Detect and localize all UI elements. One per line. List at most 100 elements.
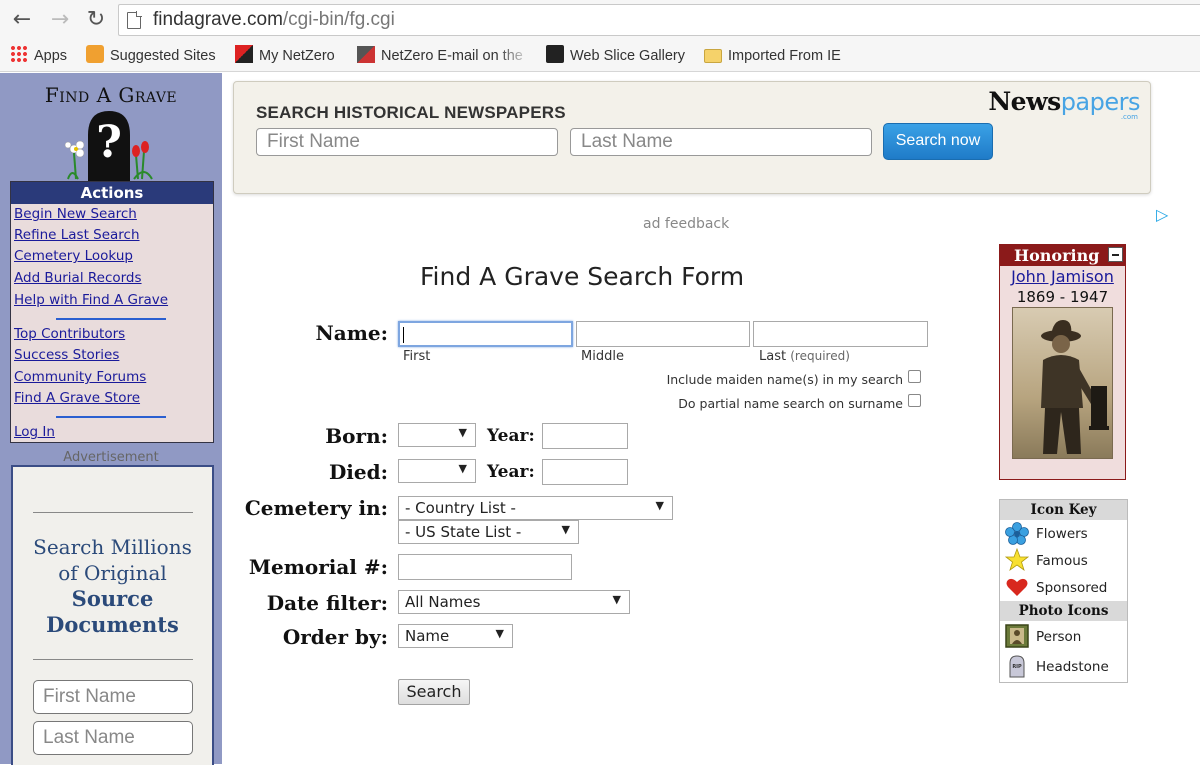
browser-toolbar: ← → ↻ findagrave.com/cgi-bin/fg.cgi	[0, 0, 1200, 40]
died-year-input[interactable]	[542, 459, 628, 485]
dropdown-arrow-icon: ▼	[612, 593, 621, 606]
bookmark-netzero-email[interactable]: NetZero E-mail on the	[357, 46, 532, 66]
dropdown-arrow-icon: ▼	[561, 523, 570, 536]
url-text: findagrave.com/cgi-bin/fg.cgi	[153, 9, 395, 30]
find-a-grave-logo-icon[interactable]: ?	[64, 109, 154, 181]
advertisement-label: Advertisement	[63, 450, 159, 465]
flower-icon	[1005, 522, 1029, 545]
icon-key-flowers-label: Flowers	[1036, 526, 1088, 542]
log-in-link[interactable]: Log In	[14, 424, 55, 440]
success-stories-link[interactable]: Success Stories	[14, 347, 119, 363]
photo-icons-heading: Photo Icons	[1000, 601, 1127, 621]
name-label: Name:	[315, 321, 388, 345]
reload-icon[interactable]: ↻	[82, 6, 110, 34]
us-state-select[interactable]: - US State List - ▼	[398, 520, 579, 544]
maiden-name-option-label: Include maiden name(s) in my search	[666, 372, 903, 387]
dropdown-arrow-icon: ▼	[495, 627, 504, 640]
sidebar-advertisement[interactable]: Search Millions of Original Source Docum…	[11, 465, 214, 765]
order-by-label: Order by:	[282, 625, 388, 649]
icon-key-panel: Icon Key Flowers Famous Sponsored Photo …	[999, 499, 1128, 683]
born-label: Born:	[325, 424, 388, 448]
back-arrow-icon[interactable]: ←	[8, 6, 36, 34]
honored-person-link[interactable]: John Jamison	[1000, 267, 1125, 286]
died-month-select[interactable]: ▼	[398, 459, 476, 483]
ad-divider	[33, 659, 193, 660]
first-sublabel: First	[403, 349, 431, 364]
text-caret	[403, 327, 404, 343]
divider	[56, 318, 166, 320]
middle-sublabel: Middle	[581, 349, 624, 364]
begin-new-search-link[interactable]: Begin New Search	[14, 206, 137, 222]
country-select[interactable]: - Country List - ▼	[398, 496, 673, 520]
netzero-icon	[235, 45, 253, 64]
born-year-input[interactable]	[542, 423, 628, 449]
svg-text:?: ?	[96, 117, 122, 168]
order-by-select[interactable]: Name ▼	[398, 624, 513, 648]
bookmark-imported-from-ie[interactable]: Imported From IE	[704, 46, 841, 66]
bookmark-web-slice-gallery[interactable]: Web Slice Gallery	[546, 45, 685, 66]
ad-first-name-input[interactable]: First Name	[33, 680, 193, 714]
died-year-label: Year:	[487, 462, 535, 482]
newspapers-logo[interactable]: Newspapers	[988, 87, 1140, 116]
address-bar[interactable]: findagrave.com/cgi-bin/fg.cgi	[118, 4, 1200, 36]
top-contributors-link[interactable]: Top Contributors	[14, 326, 125, 342]
bookmark-suggested-sites[interactable]: Suggested Sites	[86, 45, 216, 66]
add-burial-records-link[interactable]: Add Burial Records	[14, 270, 142, 286]
ad-last-name-input[interactable]: Last Name	[33, 721, 193, 755]
icon-key-sponsored-label: Sponsored	[1036, 580, 1108, 596]
newspapers-last-name-input[interactable]: Last Name	[570, 128, 872, 156]
heart-icon	[1006, 578, 1028, 596]
first-name-input[interactable]	[398, 321, 573, 347]
web-slice-icon	[546, 45, 564, 64]
cemetery-label: Cemetery in:	[244, 496, 388, 520]
newspapers-logo-suffix: .com	[1120, 113, 1138, 121]
bookmark-my-netzero[interactable]: My NetZero	[235, 45, 335, 66]
person-photo-icon	[1005, 624, 1029, 648]
store-link[interactable]: Find A Grave Store	[14, 390, 140, 406]
search-button[interactable]: Search	[398, 679, 470, 705]
memorial-number-label: Memorial #:	[248, 555, 388, 579]
icon-key-headstone-label: Headstone	[1036, 659, 1109, 675]
headstone-icon: RIP	[1009, 655, 1025, 678]
netzero-mail-icon	[357, 46, 375, 64]
forward-arrow-icon[interactable]: →	[46, 6, 74, 34]
born-month-select[interactable]: ▼	[398, 423, 476, 447]
honored-person-years: 1869 - 1947	[1016, 288, 1109, 306]
cemetery-lookup-link[interactable]: Cemetery Lookup	[14, 248, 133, 264]
bookmark-apps[interactable]: Apps	[10, 45, 67, 66]
dropdown-arrow-icon: ▼	[655, 499, 664, 512]
page-title: Find A Grave Search Form	[420, 262, 745, 291]
last-name-input[interactable]	[753, 321, 928, 347]
honoring-panel: Honoring John Jamison 1869 - 1947	[999, 244, 1126, 480]
ad-headline: Search Millions of Original Source Docum…	[33, 535, 192, 637]
honored-person-photo[interactable]	[1012, 307, 1113, 459]
born-year-label: Year:	[487, 426, 535, 446]
adchoices-icon[interactable]: ▷	[1156, 205, 1168, 224]
maiden-name-checkbox[interactable]	[908, 370, 921, 383]
icon-key-person-label: Person	[1036, 629, 1082, 645]
newspapers-heading: SEARCH HISTORICAL NEWSPAPERS	[256, 103, 566, 122]
search-now-button[interactable]: Search now	[883, 123, 993, 160]
refine-last-search-link[interactable]: Refine Last Search	[14, 227, 140, 243]
site-logo-text[interactable]: Find A Grave	[0, 83, 222, 107]
bookmarks-bar: Apps Suggested Sites My NetZero NetZero …	[0, 40, 1200, 72]
memorial-number-input[interactable]	[398, 554, 572, 580]
icon-key-famous-label: Famous	[1036, 553, 1088, 569]
collapse-icon[interactable]	[1108, 247, 1123, 262]
divider	[56, 416, 166, 418]
community-forums-link[interactable]: Community Forums	[14, 369, 146, 385]
ad-feedback-link[interactable]: ad feedback	[643, 216, 729, 232]
actions-panel: Actions Begin New Search Refine Last Sea…	[10, 181, 214, 443]
newspapers-first-name-input[interactable]: First Name	[256, 128, 558, 156]
ad-divider	[33, 512, 193, 513]
folder-icon	[704, 49, 722, 64]
partial-search-checkbox[interactable]	[908, 394, 921, 407]
suggested-sites-icon	[86, 45, 104, 64]
actions-heading: Actions	[11, 182, 213, 204]
help-link[interactable]: Help with Find A Grave	[14, 292, 168, 308]
person-silhouette-icon	[1041, 320, 1109, 454]
newspapers-ad-banner: SEARCH HISTORICAL NEWSPAPERS First Name …	[233, 81, 1151, 194]
date-filter-select[interactable]: All Names ▼	[398, 590, 630, 614]
died-label: Died:	[328, 460, 388, 484]
middle-name-input[interactable]	[576, 321, 750, 347]
